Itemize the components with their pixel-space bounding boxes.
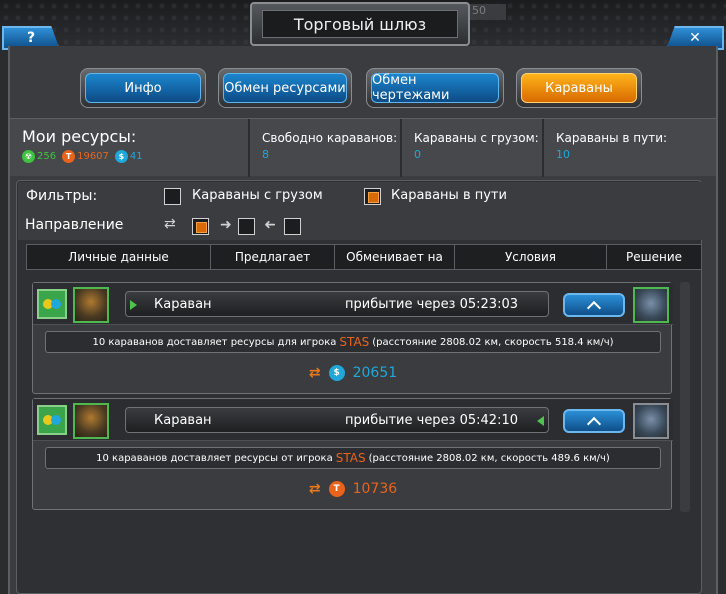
filter-transit-checkbox[interactable] (364, 188, 381, 205)
caravan-bar: Караван прибытие через 05:42:10 (125, 407, 549, 433)
direction-both-checkbox[interactable] (192, 218, 209, 235)
free-caravans-label: Свободно караванов: (262, 131, 398, 145)
tab-label: Караваны (521, 73, 637, 103)
free-caravans-value: 8 (262, 148, 269, 161)
info-suffix: (расстояние 2808.02 км, скорость 518.4 к… (372, 336, 614, 348)
transit-caravans-label: Караваны в пути: (556, 131, 668, 145)
tab-bar: Инфо Обмен ресурсами Обмен чертежами Кар… (80, 68, 650, 110)
radiation-icon: ☢ (22, 150, 35, 163)
receiver-avatar[interactable] (73, 403, 109, 439)
tab-info[interactable]: Инфо (80, 68, 206, 108)
credits-icon: $ (114, 150, 128, 163)
chevron-up-icon (586, 300, 602, 315)
direction-label: Направление (25, 217, 124, 233)
my-resources: Мои ресурсы: ☢ 256 T 19607 $ 41 (10, 119, 248, 177)
caravan-name: Караван (154, 413, 212, 428)
filter-loaded-label: Караваны с грузом (192, 188, 323, 203)
resources-bar: Мои ресурсы: ☢ 256 T 19607 $ 41 Свободно… (10, 118, 716, 177)
tab-label: Обмен ресурсами (223, 73, 347, 103)
caravan-card: Караван прибытие через 05:42:10 10 карав… (32, 398, 673, 510)
tab-resource-exchange[interactable]: Обмен ресурсами (218, 68, 352, 108)
caravan-cargo: ⇄ T 10736 (33, 481, 673, 497)
info-prefix: 10 караванов доставляет ресурсы от игрок… (96, 452, 333, 464)
swap-icon: ⇄ (308, 365, 321, 381)
collapse-button[interactable] (563, 293, 625, 317)
caravan-eta: прибытие через 05:23:03 (345, 297, 518, 312)
chevron-up-icon (586, 416, 602, 431)
caravan-info: 10 караванов доставляет ресурсы для игро… (45, 331, 661, 353)
header-personal[interactable]: Личные данные (27, 245, 211, 269)
sender-avatar[interactable] (633, 403, 669, 439)
titanium-icon: T (328, 481, 345, 497)
collapse-button[interactable] (563, 409, 625, 433)
swap-icon: ⇄ (308, 481, 321, 497)
caravan-bar: Караван прибытие через 05:23:03 (125, 291, 549, 317)
caravan-info: 10 караванов доставляет ресурсы от игрок… (45, 447, 661, 469)
player-link[interactable]: STAS (339, 335, 369, 349)
filter-loaded-checkbox[interactable] (164, 188, 181, 205)
caravan-header: Караван прибытие через 05:42:10 (33, 399, 673, 441)
sender-avatar[interactable] (73, 287, 109, 323)
window-title: Торговый шлюз (262, 10, 458, 38)
transit-caravans: Караваны в пути: 10 (542, 119, 716, 177)
header-decision[interactable]: Решение (607, 245, 701, 269)
tab-label: Обмен чертежами (371, 73, 499, 103)
swap-direction-icon: ⇄ (164, 216, 176, 232)
my-resources-list: ☢ 256 T 19607 $ 41 (22, 150, 248, 163)
my-resources-title: Мои ресурсы: (22, 127, 137, 146)
filters-bar: Фильтры: Караваны с грузом Караваны в пу… (18, 182, 702, 240)
direction-left-icon (537, 416, 544, 426)
transit-caravans-value: 10 (556, 148, 570, 161)
tab-label: Инфо (85, 73, 201, 103)
player-link[interactable]: STAS (336, 451, 366, 465)
arrow-left-icon: ➜ (264, 217, 276, 233)
titanium-icon: T (62, 150, 76, 163)
caravan-resources-icon (37, 405, 67, 435)
titanium-value: 19607 (77, 151, 109, 162)
table-header: Личные данные Предлагает Обменивает на У… (26, 244, 702, 270)
title-plate: Торговый шлюз (250, 2, 470, 46)
cargo-amount: 10736 (352, 481, 398, 497)
direction-out-checkbox[interactable] (238, 218, 255, 235)
caravan-header: Караван прибытие через 05:23:03 (33, 283, 673, 325)
caravan-card: Караван прибытие через 05:23:03 10 карав… (32, 282, 673, 394)
loaded-caravans: Караваны с грузом: 0 (400, 119, 542, 177)
direction-in-checkbox[interactable] (284, 218, 301, 235)
scrollbar[interactable] (680, 282, 690, 512)
header-offers[interactable]: Предлагает (211, 245, 335, 269)
filter-transit-label: Караваны в пути (391, 188, 507, 203)
arrow-right-icon: ➜ (220, 217, 232, 233)
radiation-value: 256 (37, 151, 57, 162)
tab-caravans[interactable]: Караваны (516, 68, 642, 108)
loaded-caravans-label: Караваны с грузом: (414, 131, 539, 145)
header-conditions[interactable]: Условия (455, 245, 607, 269)
loaded-caravans-value: 0 (414, 148, 421, 161)
info-suffix: (расстояние 2808.02 км, скорость 489.6 к… (368, 452, 610, 464)
caravan-resources-icon (37, 289, 67, 319)
cargo-amount: 20651 (352, 365, 398, 381)
caravan-name: Караван (154, 297, 212, 312)
caravan-cargo: ⇄ $ 20651 (33, 365, 673, 381)
receiver-avatar[interactable] (633, 287, 669, 323)
credits-value: 41 (129, 151, 143, 162)
clock: 50 (466, 4, 506, 20)
direction-right-icon (130, 300, 137, 310)
caravan-eta: прибытие через 05:42:10 (345, 413, 518, 428)
free-caravans: Свободно караванов: 8 (248, 119, 400, 177)
tab-blueprint-exchange[interactable]: Обмен чертежами (366, 68, 504, 108)
info-prefix: 10 караванов доставляет ресурсы для игро… (92, 336, 337, 348)
credits-icon: $ (328, 365, 345, 381)
header-exchanges-for[interactable]: Обменивает на (335, 245, 455, 269)
filters-label: Фильтры: (26, 188, 98, 204)
